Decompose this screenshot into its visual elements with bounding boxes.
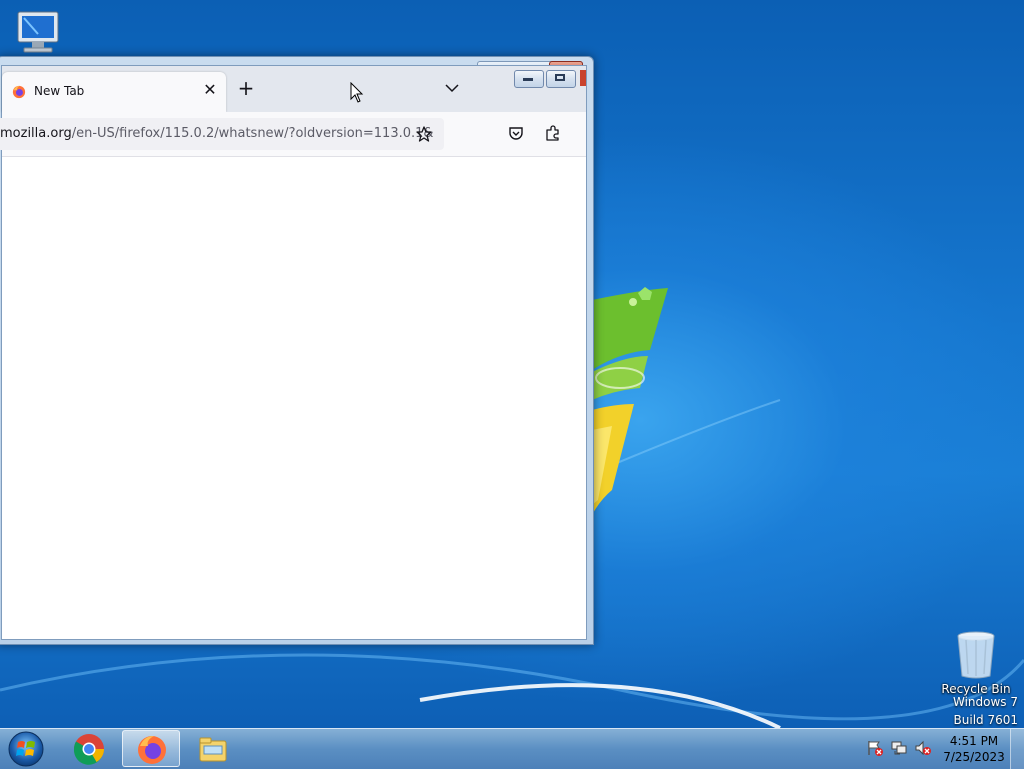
computer-desktop-icon[interactable] [14,8,66,56]
url-text: mozilla.org/en-US/firefox/115.0.2/whatsn… [0,126,434,141]
start-button[interactable] [6,730,46,768]
taskbar-clock[interactable]: 4:51 PM 7/25/2023 [940,733,1008,765]
bookmark-star-icon[interactable] [416,126,432,142]
mouse-cursor-icon [350,82,364,103]
url-host: mozilla.org [0,126,72,141]
taskbar: 4:51 PM 7/25/2023 [0,728,1024,769]
watermark-line2: Build 7601 [953,713,1018,727]
minimize-button[interactable] [514,70,544,88]
pocket-icon[interactable] [508,125,524,141]
action-center-icon[interactable] [866,739,884,757]
windows-build-watermark: Windows 7 Build 7601 [953,693,1018,729]
recycle-bin-desktop-icon[interactable]: Recycle Bin [940,630,1012,698]
recycle-bin-icon [957,631,995,679]
maximize-button[interactable] [546,70,576,88]
taskbar-chrome-button[interactable] [60,730,118,767]
list-all-tabs-icon[interactable] [442,78,462,98]
firefox-icon [138,736,166,764]
explorer-icon [199,737,227,762]
taskbar-firefox-button[interactable] [122,730,180,767]
url-path: /en-US/firefox/115.0.2/whatsnew/?oldvers… [71,126,434,141]
maximize-icon [555,74,565,81]
minimize-icon [523,78,533,81]
close-window-button[interactable] [580,70,586,86]
network-icon[interactable] [890,739,908,757]
volume-muted-icon[interactable] [914,739,932,757]
new-tab-button[interactable]: + [236,78,256,98]
clock-date: 7/25/2023 [943,750,1005,764]
page-content[interactable] [2,157,586,639]
chrome-icon [73,734,104,765]
firefox-icon [12,85,26,99]
watermark-line1: Windows 7 [952,695,1018,709]
clock-time: 4:51 PM [949,734,999,748]
system-tray [862,737,942,761]
navigation-toolbar: mozilla.org/en-US/firefox/115.0.2/whatsn… [0,112,586,157]
show-desktop-button[interactable] [1010,729,1024,769]
tab-new-tab[interactable]: New Tab ✕ [2,72,226,112]
close-tab-button[interactable]: ✕ [200,80,220,100]
url-bar[interactable]: mozilla.org/en-US/firefox/115.0.2/whatsn… [0,118,444,150]
tab-title: New Tab [34,84,85,98]
browser-frame: New Tab ✕ + mozilla.org/en-US/firefox/11… [0,65,587,640]
firefox-window: New Tab ✕ + mozilla.org/en-US/firefox/11… [0,56,594,645]
computer-icon [17,11,59,53]
extensions-icon[interactable] [544,124,562,142]
tab-strip: New Tab ✕ + [2,66,586,112]
taskbar-explorer-button[interactable] [184,730,242,767]
